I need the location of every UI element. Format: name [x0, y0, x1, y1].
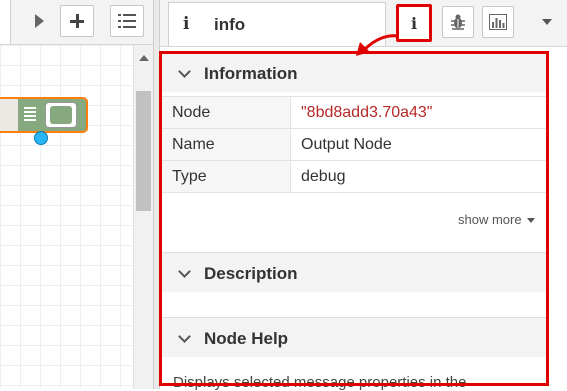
section-description-title: Description [204, 264, 298, 283]
table-row: Type debug [162, 160, 546, 193]
chevron-down-icon[interactable] [542, 19, 552, 25]
add-flow-button[interactable] [60, 5, 94, 37]
prop-value-name: Output Node [290, 128, 546, 161]
scroll-tabs-button[interactable] [28, 5, 50, 37]
chart-icon [489, 14, 507, 30]
node-properties-table: Node "8bd8add3.70a43" Name Output Node T… [162, 96, 546, 193]
description-body [162, 292, 546, 316]
sidebar-resize-handle[interactable] [153, 0, 160, 389]
workspace-toolbar [0, 0, 153, 45]
list-flows-button[interactable] [110, 5, 144, 37]
scroll-up-icon[interactable] [139, 55, 149, 61]
prop-key: Node [162, 96, 291, 129]
chevron-down-icon [178, 330, 191, 343]
annotation-arrow [356, 34, 399, 56]
chevron-down-icon [178, 65, 191, 78]
tab-info-label: info [214, 15, 246, 34]
section-description-header[interactable]: Description [162, 252, 546, 292]
node-toggle-button[interactable] [45, 102, 77, 128]
flow-canvas[interactable]: e [0, 45, 133, 389]
play-triangle-icon [34, 14, 44, 28]
table-row: Node "8bd8add3.70a43" [162, 96, 546, 129]
prop-value-type: debug [290, 160, 546, 193]
debug-node[interactable]: e [0, 97, 88, 133]
canvas-scrollbar[interactable] [133, 45, 153, 389]
show-more-link[interactable]: show more [458, 212, 535, 227]
debug-list-icon [18, 99, 44, 131]
node-label-area: e [0, 99, 18, 131]
table-row: Name Output Node [162, 128, 546, 161]
prop-key: Type [162, 160, 291, 193]
section-node-help-title: Node Help [204, 329, 289, 348]
section-node-help-header[interactable]: Node Help [162, 317, 546, 357]
plus-icon [70, 14, 84, 28]
caret-down-icon [526, 218, 535, 224]
scroll-thumb[interactable] [136, 91, 151, 211]
chevron-down-icon [178, 265, 191, 278]
info-icon: i [183, 14, 190, 34]
debug-sidebar-button[interactable] [442, 6, 474, 38]
dashboard-sidebar-button[interactable] [482, 6, 514, 38]
bug-icon [451, 14, 465, 30]
show-more-label: show more [458, 212, 522, 227]
section-information-title: Information [204, 64, 298, 83]
flow-tab-stub[interactable] [0, 0, 11, 44]
list-icon [118, 14, 136, 28]
node-help-text: Displays selected message properties in … [173, 374, 467, 391]
info-icon: i [410, 13, 418, 33]
prop-key: Name [162, 128, 291, 161]
prop-value-node-id[interactable]: "8bd8add3.70a43" [290, 96, 546, 129]
node-input-port[interactable] [34, 131, 48, 145]
